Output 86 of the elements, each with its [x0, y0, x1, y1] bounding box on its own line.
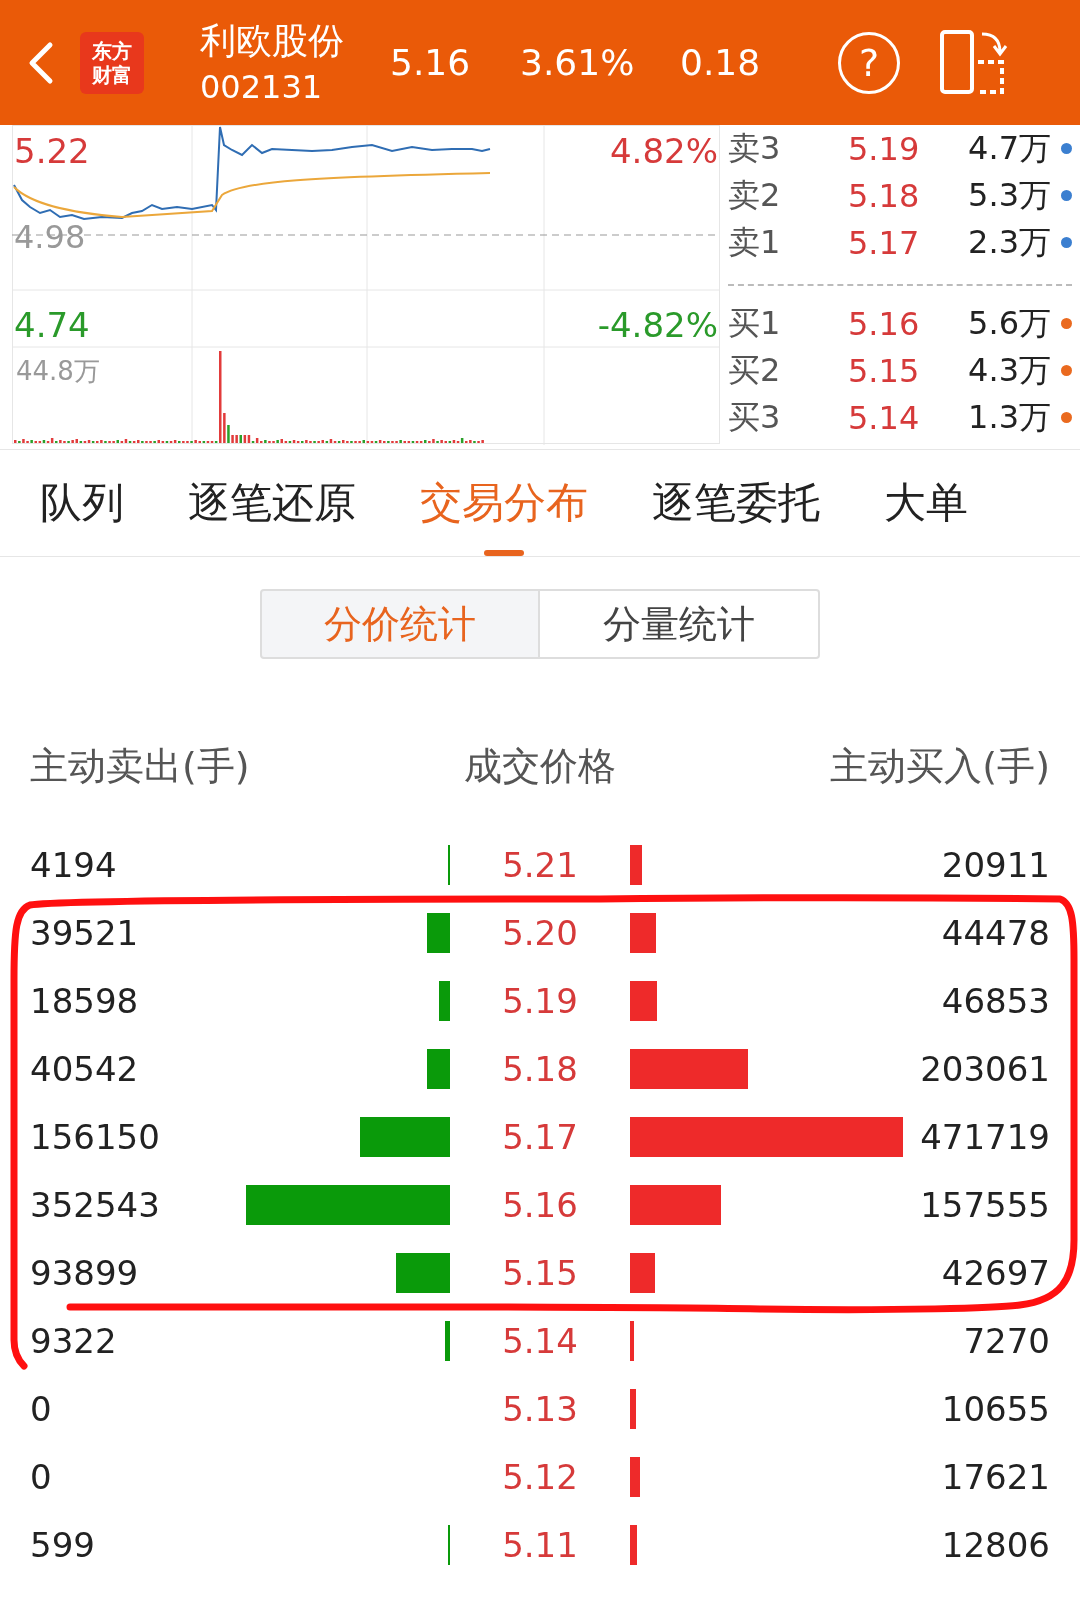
tab[interactable]: 逐笔还原: [156, 450, 388, 556]
tab[interactable]: 逐笔委托: [620, 450, 852, 556]
stock-code: 002131: [200, 66, 324, 108]
low-percent-label: -4.82%: [597, 305, 718, 345]
table-cell-text: 5.17: [501, 1117, 579, 1157]
order-volume: 5.3万: [967, 174, 1051, 216]
order-level-label: 买3: [728, 396, 782, 438]
order-level-label: 买2: [728, 349, 782, 391]
table-cell-text: 157555: [919, 1185, 1050, 1225]
sell-volume-bar: [395, 1253, 450, 1293]
order-level-label: 卖1: [728, 221, 782, 263]
table-cell-text: 5.21: [501, 845, 579, 885]
low-price-label: 4.74: [14, 305, 90, 345]
table-cell-text: 203061: [919, 1049, 1050, 1089]
column-header: 主动卖出(手): [30, 742, 251, 790]
table-cell-text: 10655: [940, 1389, 1050, 1429]
table-cell-text: 9322: [30, 1321, 118, 1361]
order-price: 5.16: [848, 304, 921, 343]
table-cell-text: 5.19: [501, 981, 579, 1021]
table-cell-text: 20911: [940, 845, 1050, 885]
buy-volume-bar: [630, 1321, 635, 1361]
table-cell-text: 39521: [30, 913, 140, 953]
order-price: 5.18: [848, 176, 921, 215]
table-cell-text: 599: [30, 1525, 96, 1565]
table-cell-text: 44478: [940, 913, 1050, 953]
table-cell-text: 93899: [30, 1253, 140, 1293]
order-volume: 4.7万: [967, 127, 1051, 169]
table-cell-text: 18598: [30, 981, 140, 1021]
table-cell-text: 5.12: [501, 1457, 579, 1497]
order-volume: 1.3万: [967, 396, 1051, 438]
prev-close-label: 4.98: [14, 217, 86, 257]
tab[interactable]: 队列: [0, 450, 156, 556]
table-cell-text: 5.13: [501, 1389, 579, 1429]
buy-volume-bar: [630, 981, 658, 1021]
change-amount: 0.18: [680, 42, 762, 83]
order-price: 5.19: [848, 129, 921, 168]
buy-volume-bar: [630, 913, 656, 953]
table-cell-text: 4194: [30, 845, 118, 885]
table-cell-text: 471719: [919, 1117, 1050, 1157]
table-cell-text: 5.14: [501, 1321, 579, 1361]
change-percent: 3.61%: [520, 42, 636, 83]
order-level-label: 卖3: [728, 127, 782, 169]
table-cell-text: 40542: [30, 1049, 140, 1089]
table-cell-text: 42697: [940, 1253, 1050, 1293]
table-cell-text: 7270: [962, 1321, 1050, 1361]
order-level-label: 买1: [728, 302, 782, 344]
segment-button[interactable]: 分量统计: [540, 589, 820, 659]
current-price: 5.16: [390, 42, 472, 83]
table-cell-text: 0: [30, 1457, 53, 1497]
buy-volume-bar: [630, 1457, 641, 1497]
table-cell-text: 0: [30, 1389, 53, 1429]
tab[interactable]: 大单: [852, 450, 968, 556]
sell-volume-bar: [427, 913, 450, 953]
stock-name: 利欧股份: [200, 18, 345, 63]
table-cell-text: 5.15: [501, 1253, 579, 1293]
table-cell-text: 5.20: [501, 913, 579, 953]
volume-max-label: 44.8万: [16, 355, 100, 388]
order-volume: 4.3万: [967, 349, 1051, 391]
high-price-label: 5.22: [14, 131, 90, 171]
sell-volume-bar: [426, 1049, 450, 1089]
table-cell-text: 352543: [30, 1185, 161, 1225]
table-cell-text: 5.18: [501, 1049, 579, 1089]
table-cell-text: 12806: [940, 1525, 1050, 1565]
table-cell-text: 5.11: [501, 1525, 579, 1565]
order-price: 5.15: [848, 351, 921, 390]
table-cell-text: 46853: [940, 981, 1050, 1021]
help-button[interactable]: ?: [838, 31, 900, 94]
app-logo: 东方 财富: [80, 31, 144, 94]
table-cell-text: 17621: [940, 1457, 1050, 1497]
buy-volume-bar: [630, 1253, 655, 1293]
column-header: 主动买入(手): [829, 742, 1050, 790]
table-cell-text: 156150: [30, 1117, 161, 1157]
order-volume: 5.6万: [967, 302, 1051, 344]
order-volume: 2.3万: [967, 221, 1051, 263]
high-percent-label: 4.82%: [610, 131, 718, 171]
sell-volume-bar: [444, 1321, 450, 1361]
sell-volume-bar: [447, 845, 450, 885]
buy-volume-bar: [630, 845, 643, 885]
table-cell-text: 5.16: [501, 1185, 579, 1225]
column-header: 成交价格: [463, 742, 617, 790]
order-price: 5.17: [848, 223, 921, 262]
order-level-label: 卖2: [728, 174, 782, 216]
buy-volume-bar: [630, 1525, 638, 1565]
buy-volume-bar: [630, 1389, 637, 1429]
sell-volume-bar: [439, 981, 450, 1021]
order-price: 5.14: [848, 398, 921, 437]
